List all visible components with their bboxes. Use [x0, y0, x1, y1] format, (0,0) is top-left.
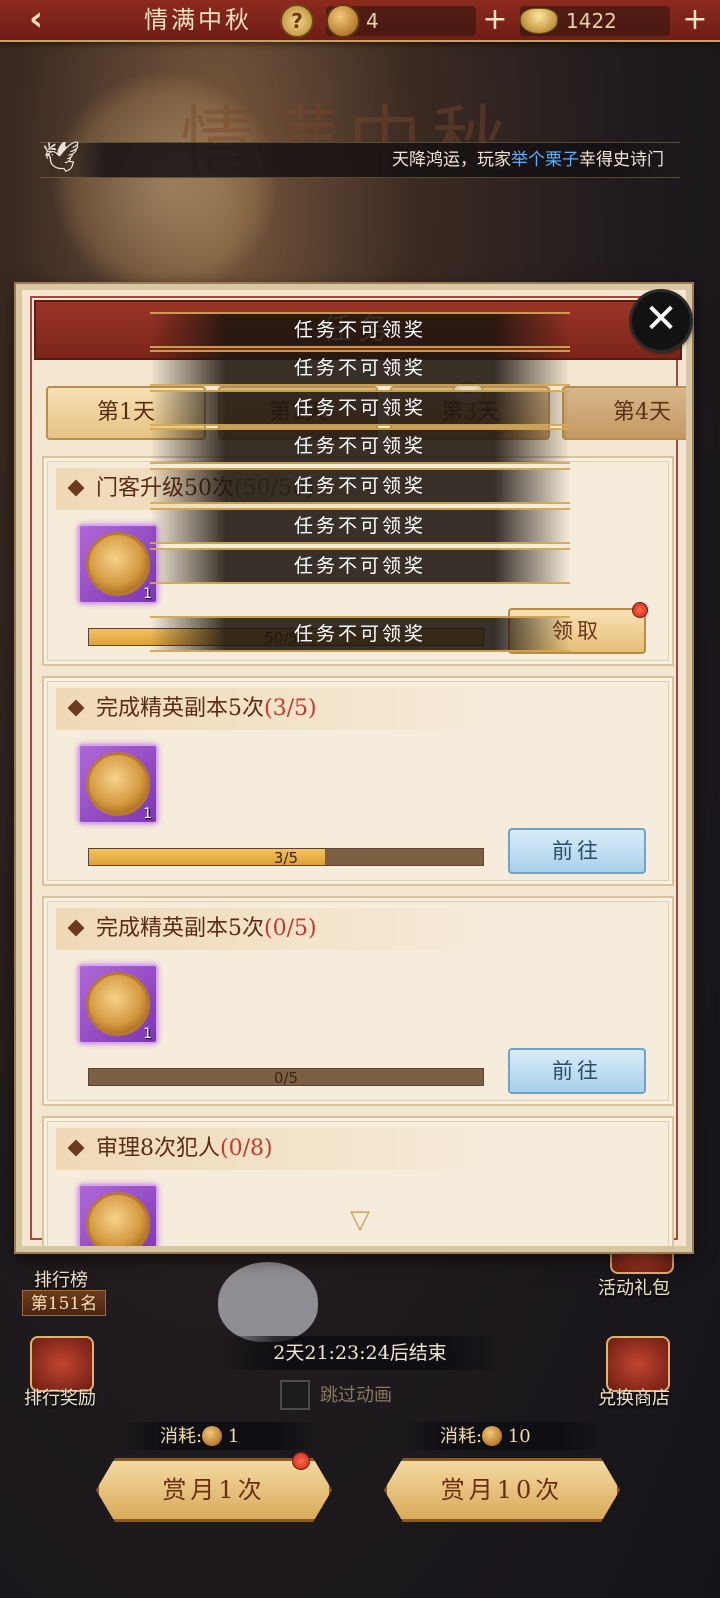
ingot-count: 1422	[566, 9, 617, 33]
task-header: 完成精英副本5次(3/5)	[56, 688, 506, 730]
cost-single-value: 1	[227, 1426, 240, 1447]
skip-animation-label[interactable]: 跳过动画	[320, 1382, 392, 1410]
dialog-header: 任务	[34, 300, 682, 360]
help-button[interactable]: ?	[280, 4, 314, 38]
day-tabs: 第1天 第2天 第3天 第4天	[46, 386, 686, 440]
task-progress: (50/50)	[234, 476, 315, 501]
rank-badge: 第151名	[22, 1290, 106, 1316]
task-progress: (0/5)	[264, 916, 317, 941]
progress-label: 0/5	[273, 1069, 299, 1087]
cost-label: 消耗:	[160, 1426, 203, 1447]
task-card: 完成精英副本5次(0/5) 1 0/5 前往	[42, 896, 674, 1106]
diamond-bullet-icon	[67, 479, 85, 497]
task-progress: (3/5)	[264, 696, 317, 721]
task-title: 门客升级50次(50/50)	[96, 468, 315, 510]
back-button[interactable]: ‹	[10, 2, 62, 38]
task-name: 完成精英副本5次	[96, 916, 264, 941]
mooncake-coin-icon	[482, 1426, 503, 1446]
notification-dot	[632, 602, 648, 618]
dove-icon: 🕊	[41, 140, 81, 175]
gold-ingot-icon	[520, 8, 558, 34]
announcement-ticker: 🕊 天降鸿运，玩家举个栗子幸得史诗门	[40, 140, 680, 178]
mooncake-count: 4	[366, 9, 379, 33]
progress-bar: 3/5	[88, 848, 484, 867]
rank-reward-label[interactable]: 排行奖励	[24, 1384, 96, 1410]
claim-button[interactable]: 领取	[508, 608, 646, 654]
activity-gift-label[interactable]: 活动礼包	[598, 1274, 670, 1300]
task-name: 审理8次犯人	[96, 1136, 220, 1161]
task-name: 门客升级50次	[96, 476, 234, 501]
add-mooncake-button[interactable]: +	[480, 3, 510, 39]
ticker-text: 天降鸿运，玩家举个栗子幸得史诗门	[392, 143, 664, 177]
mooncake-icon	[86, 1192, 150, 1246]
go-button[interactable]: 前往	[508, 1048, 646, 1094]
cost-ten-value: 10	[507, 1426, 531, 1447]
page-title: 情满中秋	[144, 6, 252, 34]
task-name: 完成精英副本5次	[96, 696, 264, 721]
reward-count: 1	[143, 586, 152, 602]
task-progress: (0/8)	[220, 1136, 273, 1161]
reward-slot[interactable]: 1	[78, 744, 158, 824]
close-button[interactable]: ✕	[632, 292, 690, 350]
ticker-suffix: 幸得史诗门	[579, 150, 664, 170]
ten-cost: 消耗: 10	[440, 1424, 531, 1450]
mooncake-coin-icon	[326, 4, 360, 38]
tab-notification-badge: ~	[452, 382, 484, 404]
mooncake-icon	[86, 752, 150, 816]
task-card: 门客升级50次(50/50) 1 50/50 领取	[42, 456, 674, 666]
go-button[interactable]: 前往	[508, 828, 646, 874]
add-ingot-button[interactable]: +	[680, 3, 710, 39]
tab-day-1[interactable]: 第1天	[46, 386, 206, 440]
progress-bar: 50/50	[88, 628, 484, 647]
diamond-bullet-icon	[67, 699, 85, 717]
progress-label: 3/5	[273, 849, 299, 867]
reward-count: 1	[143, 806, 152, 822]
ticker-player-name[interactable]: 举个栗子	[511, 150, 579, 170]
progress-label: 50/50	[264, 629, 308, 647]
task-header: 完成精英副本5次(0/5)	[56, 908, 506, 950]
ticker-prefix: 天降鸿运，玩家	[392, 150, 511, 170]
task-header: 审理8次犯人(0/8)	[56, 1128, 506, 1170]
task-header: 门客升级50次(50/50)	[56, 468, 506, 510]
task-title: 完成精英副本5次(0/5)	[96, 908, 317, 950]
task-title: 完成精英副本5次(3/5)	[96, 688, 317, 730]
dialog-title: 任务	[322, 312, 394, 347]
tab-day-2[interactable]: 第2天	[218, 386, 378, 440]
tab-day-4[interactable]: 第4天	[562, 386, 686, 440]
reward-slot[interactable]: 1	[78, 964, 158, 1044]
skip-animation-checkbox[interactable]	[280, 1380, 310, 1410]
mooncake-icon	[86, 532, 150, 596]
scroll-down-icon[interactable]: ▽	[340, 1207, 380, 1233]
exchange-shop-label[interactable]: 兑换商店	[598, 1384, 670, 1410]
reward-slot[interactable]: 1	[78, 1184, 158, 1252]
reward-slot[interactable]: 1	[78, 524, 158, 604]
diamond-bullet-icon	[67, 919, 85, 937]
ranking-label[interactable]: 排行榜	[34, 1266, 88, 1292]
top-bar: ‹ 情满中秋 ? 4 + 1422 +	[0, 0, 720, 42]
notification-dot	[292, 1452, 310, 1470]
cost-label: 消耗:	[440, 1426, 483, 1447]
task-dialog: 任务 第1天 第2天 第3天 第4天 ~ 门客升级50次(50/50) 1 50…	[14, 282, 694, 1254]
event-countdown: 2天21:23:24后结束	[220, 1336, 500, 1370]
rabbit-decoration	[218, 1262, 318, 1342]
reward-count: 1	[143, 1246, 152, 1252]
task-card: 完成精英副本5次(3/5) 1 3/5 前往	[42, 676, 674, 886]
moon-viewing-10x-button[interactable]: 赏月10次	[384, 1458, 620, 1522]
single-cost: 消耗: 1	[160, 1424, 239, 1450]
progress-bar: 0/5	[88, 1068, 484, 1087]
reward-count: 1	[143, 1026, 152, 1042]
mooncake-icon	[86, 972, 150, 1036]
mooncake-coin-icon	[202, 1426, 223, 1446]
task-title: 审理8次犯人(0/8)	[96, 1128, 273, 1170]
diamond-bullet-icon	[67, 1139, 85, 1157]
